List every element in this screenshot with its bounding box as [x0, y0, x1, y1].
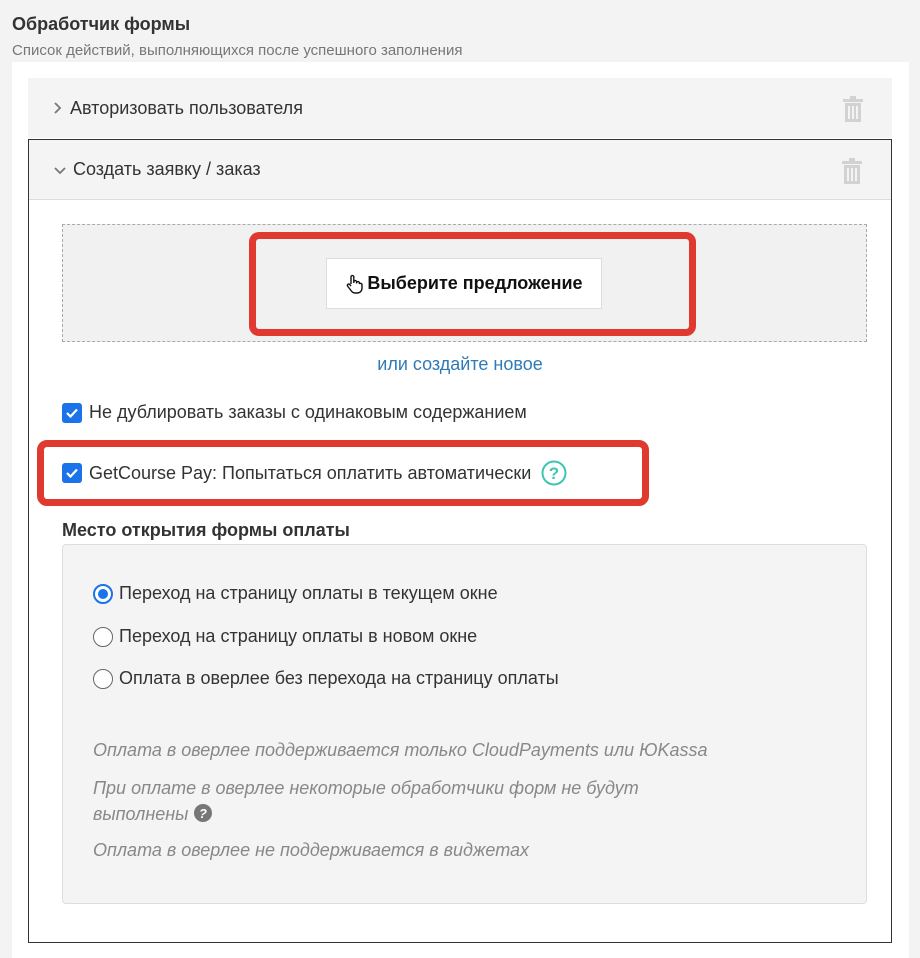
- checkbox-checked-icon: [62, 463, 82, 483]
- select-offer-button[interactable]: Выберите предложение: [326, 258, 602, 309]
- radio-overlay[interactable]: Оплата в оверлее без перехода на страниц…: [93, 668, 559, 689]
- no-duplicates-checkbox[interactable]: Не дублировать заказы с одинаковым содер…: [62, 402, 527, 423]
- chevron-down-icon: [53, 163, 67, 177]
- radio-unselected-icon: [93, 668, 113, 689]
- accordion-item-authorize[interactable]: Авторизовать пользователя: [28, 78, 892, 138]
- actions-panel: Авторизовать пользователя Создать заявку…: [12, 62, 909, 958]
- overlay-note: Оплата в оверлее не поддерживается в вид…: [93, 840, 529, 860]
- question-icon[interactable]: ?: [194, 804, 213, 822]
- create-new-offer-link[interactable]: или создайте новое: [29, 354, 891, 375]
- question-icon[interactable]: ?: [541, 460, 567, 486]
- radio-label: Переход на страницу оплаты в текущем окн…: [119, 583, 498, 603]
- form-handler-page: Обработчик формы Список действий, выполн…: [0, 0, 920, 958]
- radio-selected-icon: [93, 583, 113, 604]
- overlay-note-text: При оплате в оверлее некоторые обработчи…: [93, 778, 639, 824]
- accordion-item-label: Создать заявку / заказ: [73, 159, 261, 179]
- trash-icon[interactable]: [842, 96, 864, 122]
- page-subtitle: Список действий, выполняющихся после усп…: [12, 42, 463, 59]
- auto-pay-checkbox[interactable]: GetCourse Pay: Попытаться оплатить автом…: [62, 460, 567, 486]
- overlay-note-with-help: При оплате в оверлее некоторые обработчи…: [93, 775, 713, 827]
- radio-label: Оплата в оверлее без перехода на страниц…: [119, 668, 559, 688]
- radio-new-window[interactable]: Переход на страницу оплаты в новом окне: [93, 626, 477, 647]
- accordion-item-label: Авторизовать пользователя: [70, 97, 303, 118]
- radio-unselected-icon: [93, 626, 113, 647]
- chevron-right-icon: [50, 101, 64, 115]
- payment-place-box: Переход на страницу оплаты в текущем окн…: [62, 544, 867, 904]
- svg-text:?: ?: [549, 464, 559, 483]
- payment-place-title: Место открытия формы оплаты: [62, 520, 350, 540]
- accordion-item-create-order: Создать заявку / заказ Выберите предложе…: [28, 139, 892, 943]
- hand-pointer-icon: [347, 274, 364, 294]
- radio-label: Переход на страницу оплаты в новом окне: [119, 626, 478, 646]
- accordion-header-create-order[interactable]: Создать заявку / заказ: [29, 140, 891, 200]
- svg-text:?: ?: [199, 806, 207, 821]
- auto-pay-label: GetCourse Pay: Попытаться оплатить автом…: [89, 462, 532, 483]
- radio-current-window[interactable]: Переход на страницу оплаты в текущем окн…: [93, 583, 498, 604]
- no-duplicates-label: Не дублировать заказы с одинаковым содер…: [89, 402, 527, 422]
- page-title: Обработчик формы: [12, 14, 191, 34]
- overlay-note: Оплата в оверлее поддерживается только C…: [93, 740, 708, 760]
- select-offer-label: Выберите предложение: [367, 273, 583, 293]
- trash-icon[interactable]: [841, 158, 863, 184]
- checkbox-checked-icon: [62, 402, 82, 423]
